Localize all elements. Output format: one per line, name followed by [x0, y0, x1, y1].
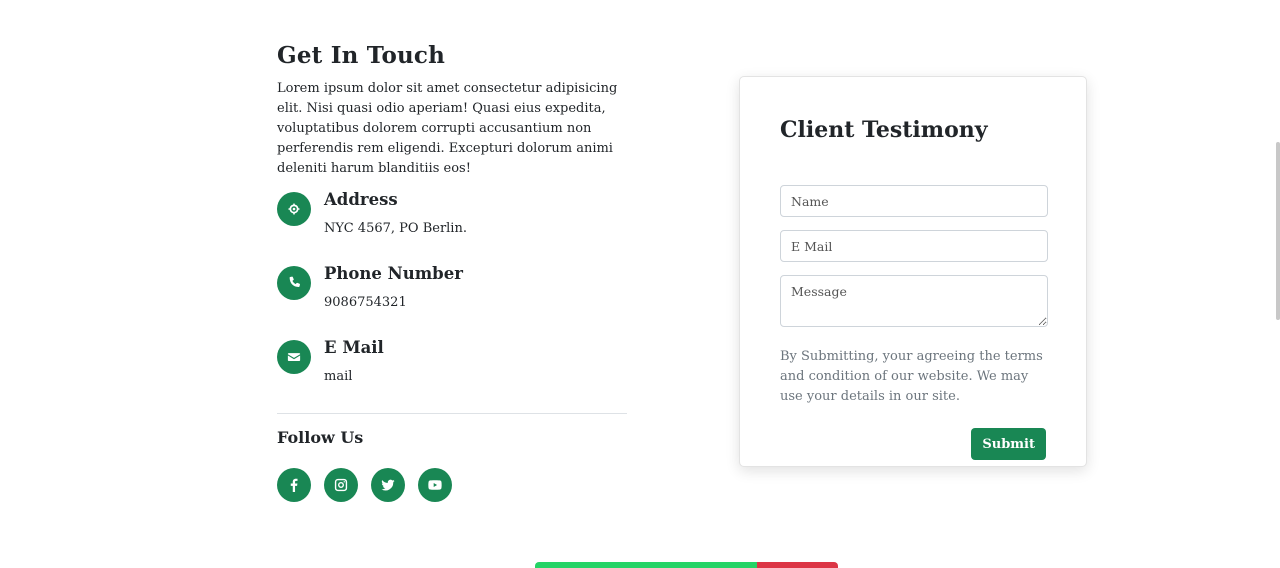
section-title: Get In Touch [277, 42, 446, 69]
twitter-icon[interactable] [371, 468, 405, 502]
intro-text: Lorem ipsum dolor sit amet consectetur a… [277, 81, 618, 176]
location-icon [277, 192, 311, 226]
follow-us-title: Follow Us [277, 428, 364, 447]
envelope-icon [277, 340, 311, 374]
divider [277, 413, 627, 414]
email-item: E Mail mail [277, 338, 627, 390]
phone-icon [277, 266, 311, 300]
whatsapp-button[interactable] [535, 562, 757, 568]
facebook-icon[interactable] [277, 468, 311, 502]
contact-section: Get In Touch Lorem ipsum dolor sit amet … [277, 0, 1088, 568]
testimony-form-card: Client Testimony By Submitting, your agr… [739, 76, 1087, 467]
address-label: Address [324, 190, 398, 209]
youtube-icon[interactable] [418, 468, 452, 502]
phone-label: Phone Number [324, 264, 463, 283]
form-title: Client Testimony [780, 117, 988, 143]
email-label: E Mail [324, 338, 384, 357]
terms-note: By Submitting, your agreeing the terms a… [780, 349, 1043, 404]
instagram-icon[interactable] [324, 468, 358, 502]
floating-action-bar[interactable] [535, 562, 838, 568]
name-input[interactable] [780, 185, 1048, 217]
submit-button[interactable]: Submit [971, 428, 1046, 460]
email-value: mail [324, 369, 353, 384]
red-action-button[interactable] [757, 562, 838, 568]
scrollbar[interactable] [1276, 142, 1280, 320]
address-item: Address NYC 4567, PO Berlin. [277, 190, 627, 242]
address-value: NYC 4567, PO Berlin. [324, 221, 467, 236]
phone-item: Phone Number 9086754321 [277, 264, 627, 316]
email-input[interactable] [780, 230, 1048, 262]
message-textarea[interactable] [780, 275, 1048, 327]
phone-value: 9086754321 [324, 295, 407, 310]
